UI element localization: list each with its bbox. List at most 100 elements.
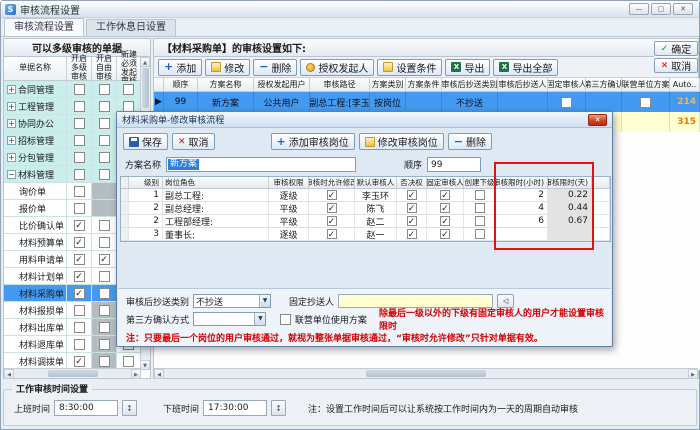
checkbox[interactable] (99, 84, 110, 95)
position-row[interactable]: 1 副总工程: 逐级 ✓ 李玉环 ✓ ✓ 2 0.22 (121, 189, 610, 202)
scrollbar-thumb[interactable] (366, 370, 486, 377)
close-icon[interactable]: ✕ (673, 3, 693, 15)
scrollbar-thumb[interactable] (142, 68, 149, 108)
checkbox[interactable]: ✓ (327, 229, 337, 239)
checkbox[interactable]: ✓ (407, 216, 417, 226)
checkbox[interactable] (280, 314, 290, 325)
checkbox[interactable] (123, 101, 134, 112)
scrollbar-thumb[interactable] (48, 370, 98, 377)
tab-audit-flow[interactable]: 审核流程设置 (4, 18, 84, 36)
checkbox[interactable] (99, 271, 110, 282)
checkbox[interactable]: ✓ (440, 216, 450, 226)
checkbox[interactable]: ✓ (74, 254, 85, 265)
position-row[interactable]: 3 董事长: 逐级 ✓ 赵一 ✓ ✓ (121, 228, 610, 241)
position-row[interactable]: 2 副总经理: 平级 ✓ 陈飞 ✓ ✓ 4 0.44 (121, 202, 610, 215)
scroll-right-icon[interactable]: ▶ (688, 369, 698, 379)
minimize-icon[interactable]: — (629, 3, 649, 15)
checkbox[interactable] (99, 288, 110, 299)
add-audit-position-button[interactable]: +添加审核岗位 (271, 133, 355, 150)
checkbox[interactable] (99, 101, 110, 112)
checkbox[interactable]: ✓ (74, 356, 85, 367)
right-horizontal-scrollbar[interactable]: ◀ ▶ (154, 368, 698, 378)
end-time-spinner-icon[interactable]: ↕ (271, 400, 286, 416)
third-party-select[interactable]: ▼ (193, 312, 266, 326)
checkbox[interactable]: ✓ (440, 203, 450, 213)
expand-icon[interactable]: + (7, 102, 16, 111)
checkbox[interactable]: ✓ (74, 237, 85, 248)
checkbox[interactable]: ✓ (407, 229, 417, 239)
checkbox[interactable] (475, 190, 485, 200)
scroll-down-icon[interactable]: ▼ (140, 360, 150, 370)
checkbox[interactable]: ✓ (74, 271, 85, 282)
scroll-left-icon[interactable]: ◀ (4, 369, 14, 379)
checkbox[interactable]: ✓ (327, 203, 337, 213)
checkbox[interactable] (99, 339, 110, 350)
checkbox[interactable] (99, 152, 110, 163)
save-button[interactable]: 保存 (123, 133, 168, 150)
checkbox[interactable] (74, 322, 85, 333)
scroll-up-icon[interactable]: ▲ (140, 57, 150, 67)
expand-icon[interactable]: + (7, 136, 16, 145)
checkbox[interactable] (475, 229, 485, 239)
checkbox[interactable] (74, 203, 85, 214)
ok-button[interactable]: ✓确定 (654, 41, 698, 56)
checkbox[interactable] (74, 186, 85, 197)
cancel-button[interactable]: ✕取消 (654, 58, 698, 73)
checkbox[interactable] (123, 356, 134, 367)
tab-rest-days[interactable]: 工作休息日设置 (86, 19, 176, 36)
checkbox[interactable] (74, 169, 85, 180)
checkbox[interactable] (475, 216, 485, 226)
collapse-icon[interactable]: − (7, 170, 16, 179)
scheme-row-selected[interactable]: ▶ 99 新方案 公共用户 副总工程:[李玉 按岗位 不抄送 214 (154, 92, 700, 112)
position-row[interactable]: 2 工程部经理: 平级 ✓ 赵二 ✓ ✓ 6 0.67 (121, 215, 610, 228)
cc-type-select[interactable]: 不抄送▼ (193, 294, 271, 308)
export-all-button[interactable]: X导出全部 (493, 59, 558, 76)
checkbox[interactable]: ✓ (99, 254, 110, 265)
scroll-right-icon[interactable]: ▶ (131, 369, 141, 379)
delete-position-button[interactable]: −删除 (448, 133, 492, 150)
authorize-initiator-button[interactable]: 授权发起人 (300, 59, 374, 76)
checkbox[interactable] (74, 101, 85, 112)
checkbox[interactable] (640, 97, 651, 108)
delete-button[interactable]: −删除 (253, 59, 297, 76)
set-condition-button[interactable]: 设置条件 (377, 59, 442, 76)
checkbox[interactable] (99, 118, 110, 129)
dialog-cancel-button[interactable]: ✕取消 (172, 133, 215, 150)
start-time-spinner-icon[interactable]: ↕ (122, 400, 137, 416)
export-button[interactable]: X导出 (445, 59, 490, 76)
checkbox[interactable] (99, 356, 110, 367)
add-button[interactable]: +添加 (158, 59, 202, 76)
checkbox[interactable] (74, 339, 85, 350)
checkbox[interactable] (99, 305, 110, 316)
expand-icon[interactable]: + (7, 153, 16, 162)
checkbox[interactable] (99, 135, 110, 146)
modify-button[interactable]: 修改 (205, 59, 250, 76)
expand-icon[interactable]: + (7, 85, 16, 94)
checkbox[interactable] (475, 203, 485, 213)
checkbox[interactable]: ✓ (327, 190, 337, 200)
modify-audit-position-button[interactable]: 修改审核岗位 (359, 133, 444, 150)
maximize-icon[interactable]: ▢ (651, 3, 671, 15)
checkbox[interactable]: ✓ (74, 220, 85, 231)
checkbox[interactable] (74, 305, 85, 316)
start-time-input[interactable]: 8:30:00 (54, 400, 118, 416)
end-time-input[interactable]: 17:30:00 (203, 400, 267, 416)
checkbox[interactable] (99, 220, 110, 231)
scheme-name-input[interactable]: 新方案 (166, 157, 356, 172)
checkbox[interactable]: ✓ (440, 190, 450, 200)
left-horizontal-scrollbar[interactable]: ◀ ▶ (4, 368, 141, 378)
checkbox[interactable] (561, 97, 572, 108)
checkbox[interactable] (74, 118, 85, 129)
checkbox[interactable] (74, 84, 85, 95)
checkbox[interactable] (74, 152, 85, 163)
scroll-left-icon[interactable]: ◀ (154, 369, 164, 379)
checkbox[interactable] (99, 169, 110, 180)
checkbox[interactable]: ✓ (440, 229, 450, 239)
dialog-close-icon[interactable]: ✕ (588, 114, 607, 126)
checkbox[interactable] (99, 237, 110, 248)
order-input[interactable]: 99 (427, 157, 481, 172)
checkbox[interactable] (123, 84, 134, 95)
checkbox[interactable]: ✓ (74, 288, 85, 299)
expand-icon[interactable]: + (7, 119, 16, 128)
checkbox[interactable]: ✓ (407, 203, 417, 213)
